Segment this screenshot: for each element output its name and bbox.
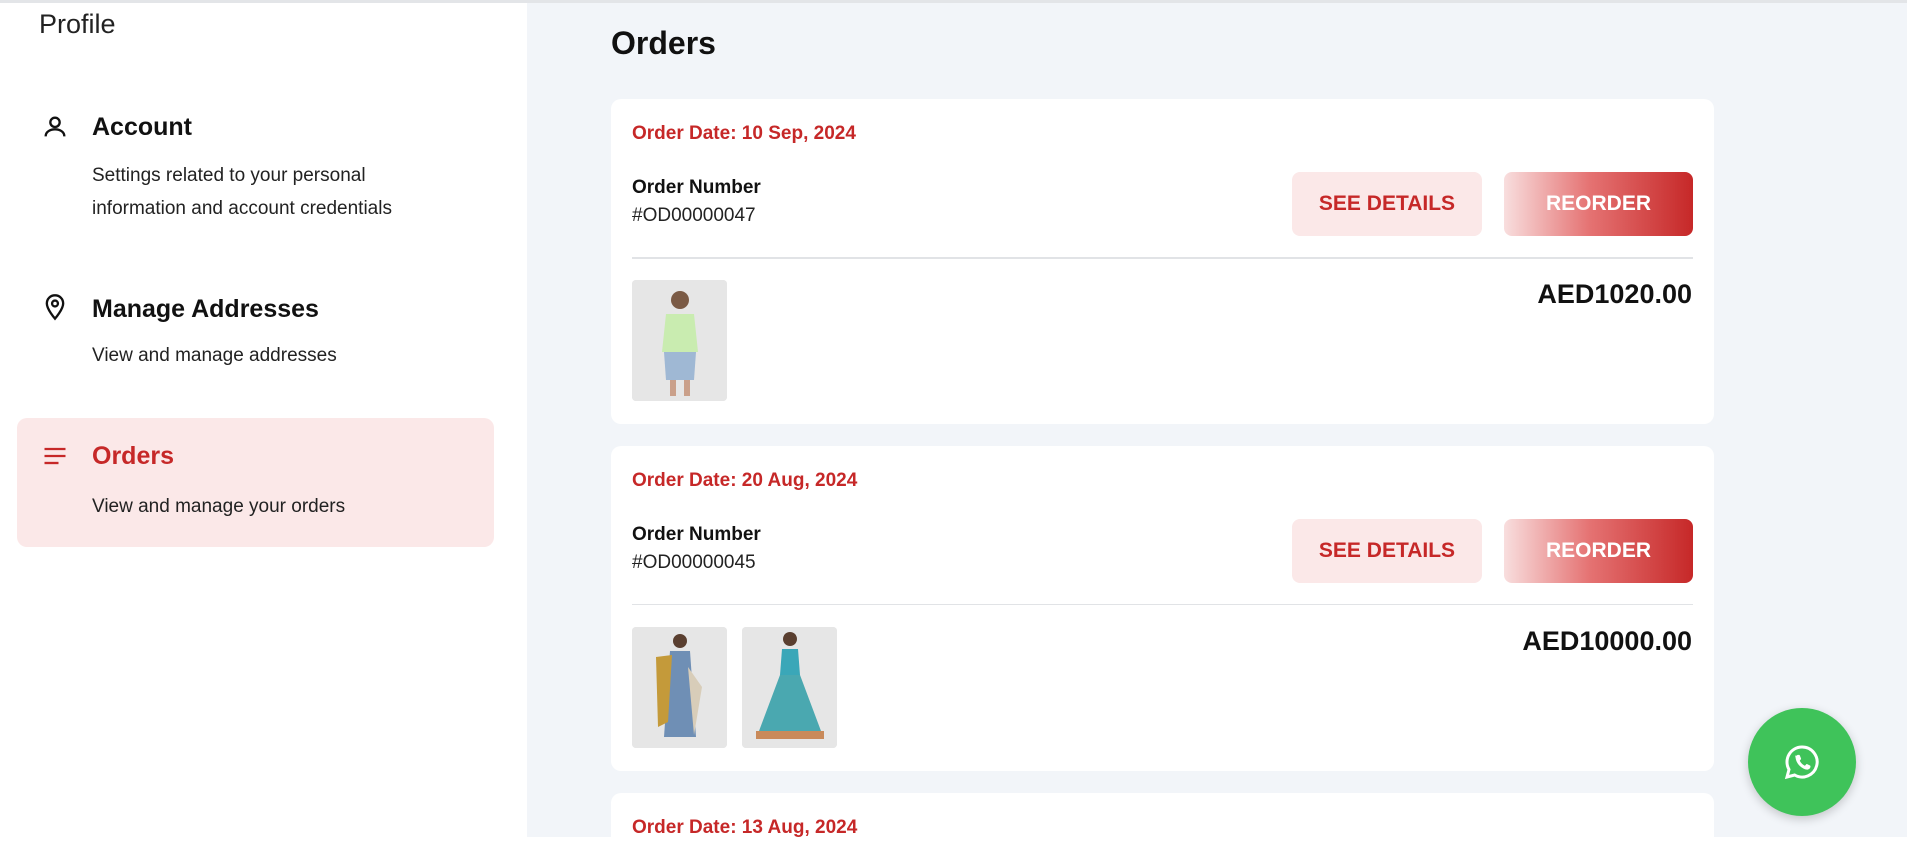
order-date: Order Date: 20 Aug, 2024 xyxy=(632,470,858,491)
sidebar-item-description: View and manage addresses xyxy=(92,345,337,366)
product-image xyxy=(632,280,727,401)
sidebar-item-label: Manage Addresses xyxy=(92,295,319,323)
order-card: Order Date: 13 Aug, 2024 xyxy=(611,793,1714,853)
product-image xyxy=(742,627,837,748)
order-number: #OD00000047 xyxy=(632,205,756,226)
order-number-label: Order Number xyxy=(632,524,761,545)
reorder-button[interactable]: REORDER xyxy=(1504,172,1693,236)
see-details-button[interactable]: SEE DETAILS xyxy=(1292,172,1482,236)
sidebar-item-description: Settings related to your personal inform… xyxy=(92,165,392,219)
person-icon xyxy=(44,116,66,137)
order-card: Order Date: 20 Aug, 2024 Order Number #O… xyxy=(611,446,1714,771)
location-pin-icon xyxy=(45,294,65,321)
list-icon xyxy=(44,447,66,465)
sidebar-item-account[interactable]: Account Settings related to your persona… xyxy=(17,93,494,243)
whatsapp-icon xyxy=(1784,745,1819,780)
order-total: AED10000.00 xyxy=(1522,626,1692,656)
order-date: Order Date: 13 Aug, 2024 xyxy=(632,817,858,838)
sidebar-item-manage-addresses[interactable]: Manage Addresses View and manage address… xyxy=(17,275,494,375)
product-thumbnail[interactable] xyxy=(632,627,727,748)
order-date: Order Date: 10 Sep, 2024 xyxy=(632,123,856,144)
sidebar-item-label: Orders xyxy=(92,442,174,470)
see-details-button[interactable]: SEE DETAILS xyxy=(1292,519,1482,583)
sidebar-item-orders[interactable]: Orders View and manage your orders xyxy=(17,418,494,547)
orders-main: Orders Order Date: 10 Sep, 2024 Order Nu… xyxy=(527,3,1907,853)
whatsapp-button[interactable] xyxy=(1748,708,1856,816)
profile-sidebar: Profile Account Settings related to your… xyxy=(0,3,527,837)
product-thumbnail[interactable] xyxy=(632,280,727,401)
page-title: Orders xyxy=(611,25,716,61)
reorder-button[interactable]: REORDER xyxy=(1504,519,1693,583)
sidebar-item-description: View and manage your orders xyxy=(92,496,346,517)
order-card: Order Date: 10 Sep, 2024 Order Number #O… xyxy=(611,99,1714,424)
sidebar-title: Profile xyxy=(39,9,116,39)
order-total: AED1020.00 xyxy=(1537,279,1692,309)
order-number-label: Order Number xyxy=(632,177,761,198)
divider xyxy=(632,257,1693,259)
order-number: #OD00000045 xyxy=(632,552,756,573)
divider xyxy=(632,604,1693,605)
product-thumbnail[interactable] xyxy=(742,627,837,748)
sidebar-item-label: Account xyxy=(92,113,192,141)
product-image xyxy=(632,627,727,748)
